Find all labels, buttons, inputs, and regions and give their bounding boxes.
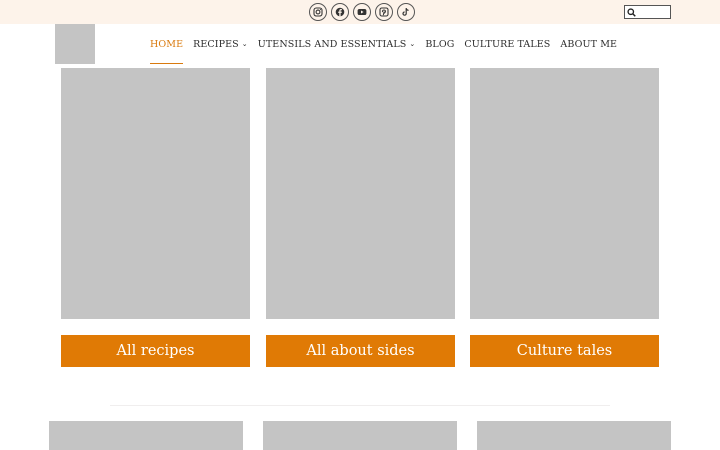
instagram-link[interactable]	[309, 3, 327, 21]
pinterest-link[interactable]	[375, 3, 393, 21]
instagram-icon	[313, 7, 323, 17]
nav-label: RECIPES	[193, 38, 239, 50]
culture-tales-button[interactable]: Culture tales	[470, 335, 659, 367]
facebook-icon	[335, 7, 345, 17]
post-thumbnail[interactable]	[477, 421, 671, 450]
nav-item-utensils[interactable]: UTENSILS AND ESSENTIALS ⌄	[258, 24, 416, 64]
all-recipes-button[interactable]: All recipes	[61, 335, 250, 367]
nav-item-about-me[interactable]: ABOUT ME	[560, 24, 617, 64]
pinterest-icon	[379, 7, 389, 17]
post-thumbnail[interactable]	[263, 421, 457, 450]
post-thumbnail[interactable]	[49, 421, 243, 450]
nav-label: HOME	[150, 38, 184, 50]
chevron-down-icon: ⌄	[241, 40, 248, 48]
chevron-down-icon: ⌄	[409, 40, 416, 48]
social-links	[309, 3, 415, 21]
nav-label: CULTURE TALES	[464, 38, 551, 50]
nav-label: BLOG	[425, 38, 455, 50]
card-image-recipes[interactable]	[61, 68, 250, 319]
site-logo[interactable]	[55, 24, 95, 64]
search-box[interactable]	[624, 5, 671, 19]
search-icon	[627, 7, 636, 17]
card-image-sides[interactable]	[266, 68, 455, 319]
youtube-link[interactable]	[353, 3, 371, 21]
card-image-culture[interactable]	[470, 68, 659, 319]
tiktok-link[interactable]	[397, 3, 415, 21]
nav-item-home[interactable]: HOME	[150, 24, 184, 64]
facebook-link[interactable]	[331, 3, 349, 21]
top-bar	[0, 0, 720, 24]
tiktok-icon	[402, 8, 409, 16]
section-divider	[110, 405, 610, 406]
nav-item-blog[interactable]: BLOG	[425, 24, 454, 64]
all-about-sides-button[interactable]: All about sides	[266, 335, 455, 367]
youtube-icon	[357, 9, 367, 15]
nav-item-culture-tales[interactable]: CULTURE TALES	[464, 24, 550, 64]
nav-label: ABOUT ME	[560, 38, 618, 50]
main-nav: HOME RECIPES ⌄ UTENSILS AND ESSENTIALS ⌄…	[150, 24, 627, 64]
nav-item-recipes[interactable]: RECIPES ⌄	[193, 24, 248, 64]
nav-label: UTENSILS AND ESSENTIALS	[257, 38, 407, 50]
search-input[interactable]	[636, 6, 670, 18]
